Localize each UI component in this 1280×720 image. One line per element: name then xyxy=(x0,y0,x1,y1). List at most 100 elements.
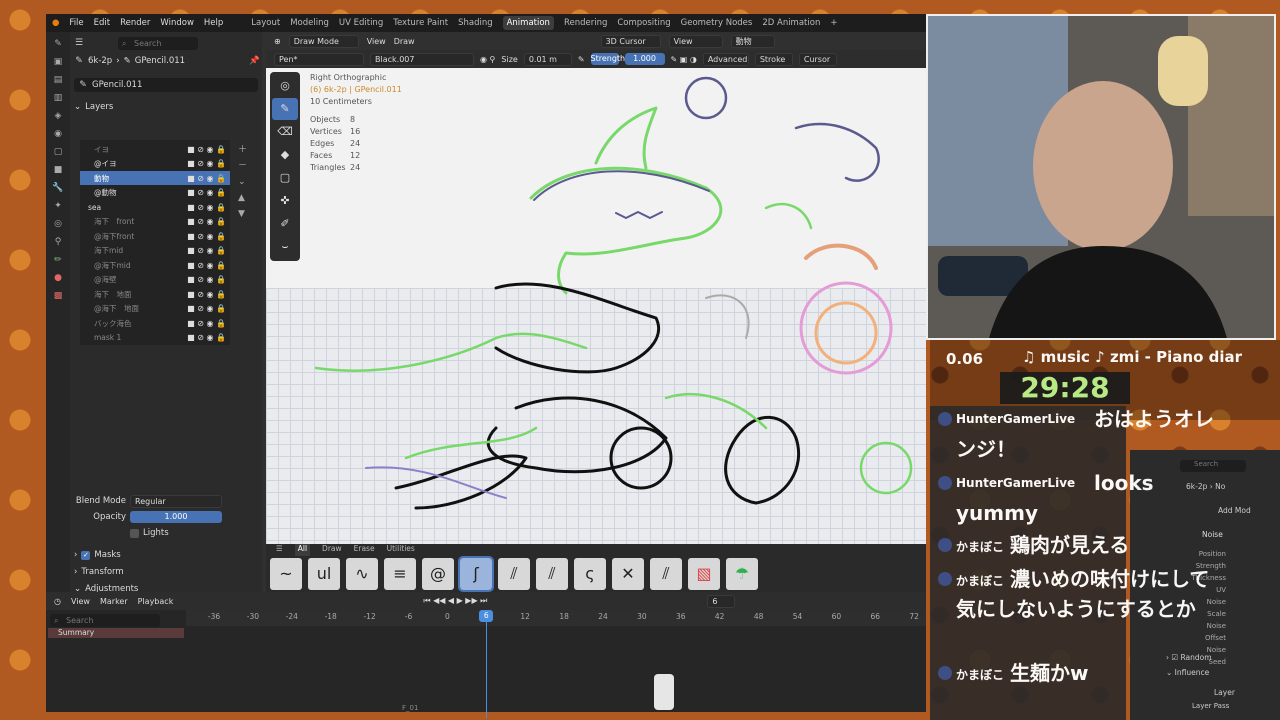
cursor-dropdown[interactable]: 3D Cursor xyxy=(600,34,661,48)
menu-marker[interactable]: Marker xyxy=(100,597,128,606)
current-frame-field[interactable]: 6 xyxy=(707,594,736,608)
menu-render[interactable]: Render xyxy=(120,18,150,28)
view-dropdown[interactable]: View xyxy=(668,34,723,48)
advanced-dropdown[interactable]: Advanced xyxy=(702,52,749,66)
layer-row[interactable]: 海下mid ■ ⊘ ◉ 🔒 xyxy=(80,244,230,258)
layer-row[interactable]: 海下 front ■ ⊘ ◉ 🔒 xyxy=(80,215,230,229)
layer-specials-icon[interactable]: ⌄ xyxy=(238,174,247,190)
timeline-search-input[interactable]: ⌕ Search xyxy=(50,614,160,627)
data-name-field[interactable]: ✎ GPencil.011 xyxy=(74,78,258,92)
layer-row[interactable]: @イヨ ■ ⊘ ◉ 🔒 xyxy=(80,157,230,171)
object-tab-icon[interactable]: ■ xyxy=(52,164,64,176)
layer-dropdown[interactable]: 動物 xyxy=(730,34,775,48)
move-up-icon[interactable]: ▲ xyxy=(238,190,247,206)
editor-type-icon[interactable]: ⊕ xyxy=(274,37,281,46)
cursor-tool-icon[interactable]: ✜ xyxy=(272,190,298,212)
layer-row[interactable]: @海下front ■ ⊘ ◉ 🔒 xyxy=(80,229,230,243)
data-tab-icon[interactable]: ✏ xyxy=(52,254,64,266)
draw-tool-icon[interactable]: ✎ xyxy=(272,98,298,120)
mode-dropdown[interactable]: Draw Mode xyxy=(288,34,359,48)
menu-help[interactable]: Help xyxy=(204,18,223,28)
brush-thumbnail[interactable]: ⫽ xyxy=(536,558,568,590)
layer-row[interactable]: イヨ ■ ⊘ ◉ 🔒 xyxy=(80,142,230,156)
blender-logo-icon[interactable]: ● xyxy=(52,18,59,28)
pen-pressure-icon[interactable]: ✎ xyxy=(578,55,585,64)
strength-slider[interactable]: 1.000 xyxy=(624,53,665,65)
remove-layer-icon[interactable]: － xyxy=(238,158,247,174)
world-tab-icon[interactable]: ◉ xyxy=(52,128,64,140)
menu-view[interactable]: View xyxy=(367,37,386,46)
layer-visibility-icons[interactable]: ■ ⊘ ◉ 🔒 xyxy=(187,319,230,328)
workspace-tab-layout[interactable]: Layout xyxy=(251,18,280,28)
shelf-tab-erase[interactable]: Erase xyxy=(354,544,375,556)
brush-thumbnail[interactable]: ▧ xyxy=(688,558,720,590)
view-layer-tab-icon[interactable]: ▥ xyxy=(52,92,64,104)
brush-thumbnail[interactable]: ul xyxy=(308,558,340,590)
shelf-tab-utilities[interactable]: Utilities xyxy=(387,544,415,556)
workspace-tab-uv-editing[interactable]: UV Editing xyxy=(339,18,383,28)
effects-tab-icon[interactable]: ✦ xyxy=(52,200,64,212)
render-tab-icon[interactable]: ▣ xyxy=(52,56,64,68)
layers-panel-header[interactable]: ⌄ Layers xyxy=(74,100,113,114)
box-tool-icon[interactable]: ▢ xyxy=(272,167,298,189)
scene-tab-icon[interactable]: ◈ xyxy=(52,110,64,122)
layer-row[interactable]: @海下mid ■ ⊘ ◉ 🔒 xyxy=(80,258,230,272)
menu-file[interactable]: File xyxy=(69,18,83,28)
erase-tool-icon[interactable]: ⌫ xyxy=(272,121,298,143)
brush-thumbnail[interactable]: @ xyxy=(422,558,454,590)
add-layer-icon[interactable]: ＋ xyxy=(238,142,247,158)
tool-tab-icon[interactable]: ✎ xyxy=(52,38,64,50)
workspace-tab-geometry-nodes[interactable]: Geometry Nodes xyxy=(681,18,753,28)
collection-tab-icon[interactable]: ▢ xyxy=(52,146,64,158)
cursor-menu-dropdown[interactable]: Cursor xyxy=(798,52,837,66)
layer-row[interactable]: 動物 ■ ⊘ ◉ 🔒 xyxy=(80,171,230,185)
layer-visibility-icons[interactable]: ■ ⊘ ◉ 🔒 xyxy=(187,203,230,212)
layer-row[interactable]: mask 1 ■ ⊘ ◉ 🔒 xyxy=(80,331,230,345)
layer-row[interactable]: sea ■ ⊘ ◉ 🔒 xyxy=(80,200,230,214)
workspace-tab-compositing[interactable]: Compositing xyxy=(617,18,670,28)
stroke-dropdown[interactable]: Stroke xyxy=(754,52,793,66)
editor-type-icon[interactable]: ◷ xyxy=(54,597,61,606)
layer-visibility-icons[interactable]: ■ ⊘ ◉ 🔒 xyxy=(187,232,230,241)
material-tab-icon[interactable]: ● xyxy=(52,272,64,284)
brush-thumbnail[interactable]: ʃ xyxy=(458,556,494,592)
layer-visibility-icons[interactable]: ■ ⊘ ◉ 🔒 xyxy=(187,261,230,270)
layer-visibility-icons[interactable]: ■ ⊘ ◉ 🔒 xyxy=(187,217,230,226)
workspace-tab-shading[interactable]: Shading xyxy=(458,18,493,28)
transform-section-header[interactable]: › Transform xyxy=(74,565,124,579)
layer-row[interactable]: @動物 ■ ⊘ ◉ 🔒 xyxy=(80,186,230,200)
brush-thumbnail[interactable]: ς xyxy=(574,558,606,590)
output-tab-icon[interactable]: ▤ xyxy=(52,74,64,86)
layer-visibility-icons[interactable]: ■ ⊘ ◉ 🔒 xyxy=(187,333,230,342)
brush-thumbnail[interactable]: ∿ xyxy=(346,558,378,590)
playback-controls[interactable]: ⏮ ◀◀ ◀ ▶ ▶▶ ⏭ xyxy=(423,596,487,606)
brush-dropdown[interactable]: Pen* xyxy=(274,52,364,66)
layer-row[interactable]: 海下 地面 ■ ⊘ ◉ 🔒 xyxy=(80,287,230,301)
properties-search-input[interactable]: ⌕ Search xyxy=(118,36,198,50)
layer-visibility-icons[interactable]: ■ ⊘ ◉ 🔒 xyxy=(187,188,230,197)
workspace-tab-2d-animation[interactable]: 2D Animation xyxy=(762,18,820,28)
add-workspace-button[interactable]: + xyxy=(830,18,837,28)
editor-type-icon[interactable]: ☰ xyxy=(74,38,84,48)
workspace-tab-texture-paint[interactable]: Texture Paint xyxy=(393,18,448,28)
masks-checkbox[interactable]: ✓ xyxy=(81,550,91,560)
material-dropdown[interactable]: Black.007 xyxy=(370,52,474,66)
brush-thumbnail[interactable]: ⫽ xyxy=(650,558,682,590)
masks-section-header[interactable]: › ✓ Masks xyxy=(74,548,121,562)
texture-tab-icon[interactable]: ▩ xyxy=(52,290,64,302)
layer-visibility-icons[interactable]: ■ ⊘ ◉ 🔒 xyxy=(187,159,230,168)
move-down-icon[interactable]: ▼ xyxy=(238,206,247,222)
brush-thumbnail[interactable]: ⫽ xyxy=(498,558,530,590)
lights-checkbox[interactable] xyxy=(130,528,139,538)
pin-icon[interactable]: 📌 xyxy=(249,56,260,66)
brush-thumbnail[interactable]: ~ xyxy=(270,558,302,590)
curve-tool-icon[interactable]: ⌣ xyxy=(272,236,298,258)
material-icons[interactable]: ◉ ⚲ xyxy=(480,55,495,64)
modifier-tab-icon[interactable]: 🔧 xyxy=(52,182,64,194)
layer-visibility-icons[interactable]: ■ ⊘ ◉ 🔒 xyxy=(187,304,230,313)
3d-viewport[interactable]: ◎ ✎ ⌫ ◆ ▢ ✜ ✐ ⌣ Right Orthographic (6) 6… xyxy=(266,68,926,544)
workspace-tab-animation[interactable]: Animation xyxy=(502,16,554,30)
eyedropper-tool-icon[interactable]: ✐ xyxy=(272,213,298,235)
menu-window[interactable]: Window xyxy=(160,18,194,28)
select-tool-icon[interactable]: ◎ xyxy=(272,75,298,97)
